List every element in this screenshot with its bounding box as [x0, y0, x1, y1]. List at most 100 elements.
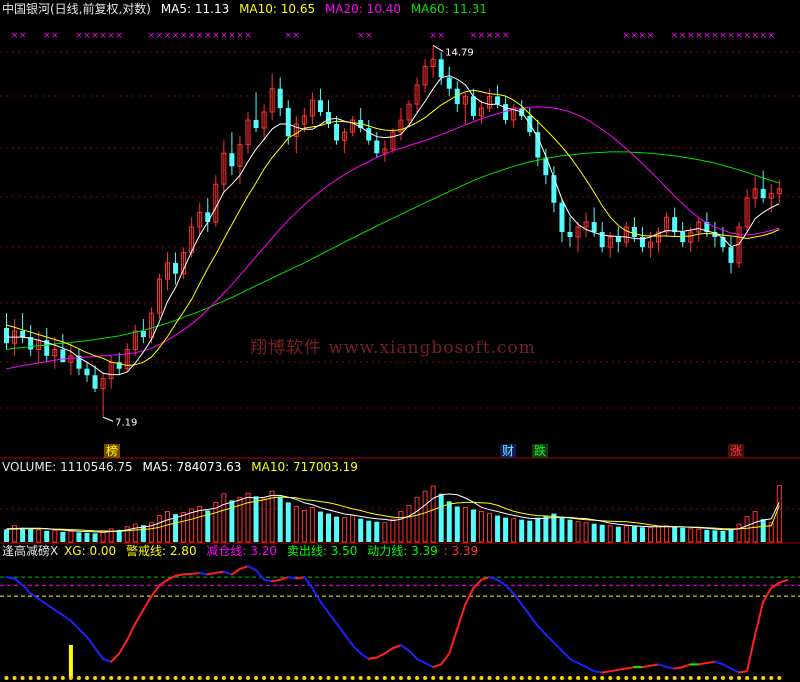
signal-mark: × — [244, 31, 252, 41]
power-line-segment — [61, 614, 72, 622]
volume-bar-down — [84, 532, 90, 542]
volume-bar-down — [672, 526, 678, 542]
tag-zhang[interactable]: 涨 — [728, 444, 745, 458]
volume-bar-down — [599, 524, 605, 542]
volume-bar-down — [543, 515, 549, 542]
volume-bar-down — [326, 513, 331, 542]
tag-die[interactable]: 跌 — [532, 444, 549, 458]
power-line-segment — [713, 660, 724, 666]
power-line-segment — [110, 652, 121, 663]
volume-bar-up — [664, 525, 670, 543]
xg-baseline-dot — [181, 676, 186, 680]
volume-bar-up — [462, 506, 468, 543]
signal-mark: × — [631, 31, 639, 41]
xg-baseline-dot — [439, 676, 444, 680]
xg-baseline-dot — [688, 676, 693, 680]
xg-baseline-dot — [600, 676, 605, 680]
xg-baseline-dot — [696, 676, 701, 680]
power-line-segment — [448, 627, 459, 655]
tag-cai[interactable]: 财 — [500, 444, 517, 458]
volume-bar-down — [366, 520, 372, 542]
volume-bar-up — [422, 490, 428, 543]
signal-mark: × — [365, 31, 373, 41]
power-line-segment — [230, 567, 241, 576]
xg-baseline-dot — [334, 676, 339, 680]
power-line-segment — [142, 595, 153, 611]
xg-baseline-dot — [479, 676, 484, 680]
signal-mark: × — [759, 31, 767, 41]
signal-mark: × — [429, 31, 437, 41]
volume-bar-up — [309, 506, 315, 543]
signal-mark: × — [83, 31, 91, 41]
signal-mark: × — [647, 31, 655, 41]
volume-bar-down — [76, 532, 82, 542]
xg-baseline-dot — [358, 676, 363, 680]
tag-bang[interactable]: 榜 — [104, 444, 121, 458]
candle-body-down — [559, 202, 565, 232]
signal-mark: × — [623, 31, 631, 41]
xg-baseline-dot — [278, 676, 283, 680]
power-line-segment — [617, 667, 628, 671]
xg-baseline-dot — [133, 676, 138, 680]
power-line-segment — [118, 638, 129, 655]
power-line-segment — [166, 574, 177, 581]
power-line-segment — [367, 656, 378, 660]
volume-bar-down — [446, 501, 452, 542]
signal-mark: × — [502, 31, 510, 41]
xg-baseline-dot — [680, 676, 685, 680]
power-line-segment — [585, 666, 596, 673]
signal-mark: × — [687, 31, 695, 41]
indicator-header: 逢高减磅X XG: 0.00 警戒线: 2.80 减仓线: 3.20 卖出线: … — [2, 544, 484, 558]
power-line-segment — [335, 622, 346, 636]
power-line-segment — [528, 614, 539, 628]
xg-baseline-dot — [423, 676, 428, 680]
power-line-segment — [287, 576, 298, 580]
power-line-segment — [504, 584, 515, 595]
ma60-line — [6, 151, 780, 350]
volume-bar-down — [374, 521, 380, 542]
ma60-readout: MA60: 11.31 — [410, 2, 487, 16]
power-line-segment — [327, 611, 338, 625]
volume-bar-down — [527, 520, 533, 542]
volume-bar-up — [398, 511, 404, 543]
signal-mark: × — [293, 31, 301, 41]
xg-signal-bar — [68, 645, 73, 678]
power-line-segment — [577, 662, 588, 669]
volume-bar-down — [285, 502, 291, 542]
price-title: 中国银河(日线,前复权,对数) — [2, 2, 151, 16]
volume-bar-up — [382, 522, 388, 543]
power-line-segment — [625, 666, 636, 670]
xg-baseline-dot — [608, 676, 613, 680]
candle-body-down — [591, 222, 597, 232]
power-line-segment — [343, 633, 354, 647]
xg-baseline-dot — [753, 676, 758, 680]
xg-baseline-dot — [543, 676, 548, 680]
signal-mark: × — [212, 31, 220, 41]
signal-mark: × — [735, 31, 743, 41]
signal-mark: × — [115, 31, 123, 41]
xg-baseline-dot — [455, 676, 460, 680]
power-line-segment — [705, 660, 716, 664]
volume-bar-down — [92, 533, 98, 542]
xg-baseline-dot — [326, 676, 331, 680]
xg-baseline-dot — [141, 676, 146, 680]
volume-bar-up — [181, 512, 187, 543]
power-line-segment — [657, 663, 668, 669]
xg-baseline-dot — [318, 676, 323, 680]
signal-mark: × — [51, 31, 59, 41]
power-line-segment — [359, 652, 370, 660]
candle-body-down — [92, 375, 98, 389]
power-line-segment — [295, 576, 306, 580]
xg-baseline-dot — [616, 676, 621, 680]
price-header: 中国银河(日线,前复权,对数) MA5: 11.13 MA10: 10.65 M… — [2, 2, 493, 16]
power-line-segment — [21, 584, 32, 595]
signal-mark: × — [703, 31, 711, 41]
candle-body-down — [495, 96, 501, 105]
xg-baseline-dot — [704, 676, 709, 680]
candle-body-down — [551, 175, 557, 203]
volume-bar-down — [720, 530, 726, 542]
power-line-segment — [738, 670, 749, 674]
xg-baseline-dot — [407, 676, 411, 680]
volume-bar-up — [414, 496, 420, 543]
volume-bar-down — [639, 527, 645, 542]
